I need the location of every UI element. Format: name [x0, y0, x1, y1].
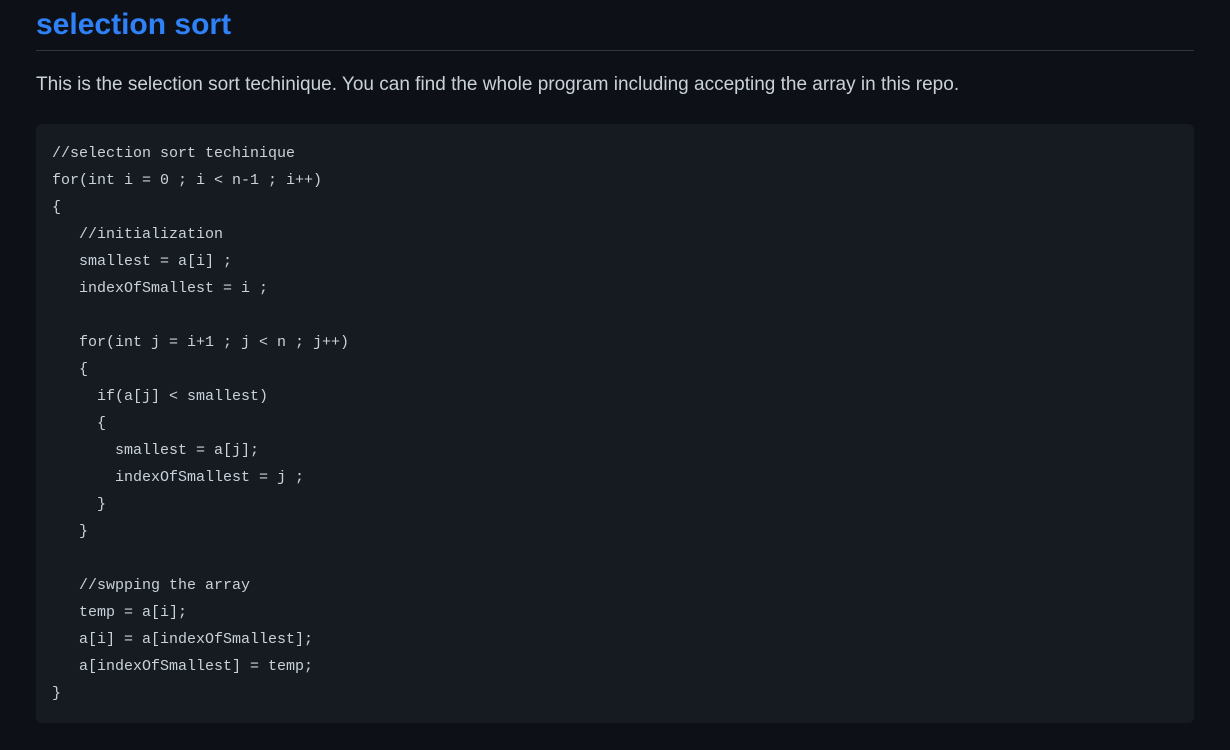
section-heading[interactable]: selection sort [36, 8, 1194, 51]
section-description: This is the selection sort techinique. Y… [36, 71, 1194, 100]
code-content: //selection sort techinique for(int i = … [52, 140, 1178, 707]
code-block: //selection sort techinique for(int i = … [36, 124, 1194, 723]
